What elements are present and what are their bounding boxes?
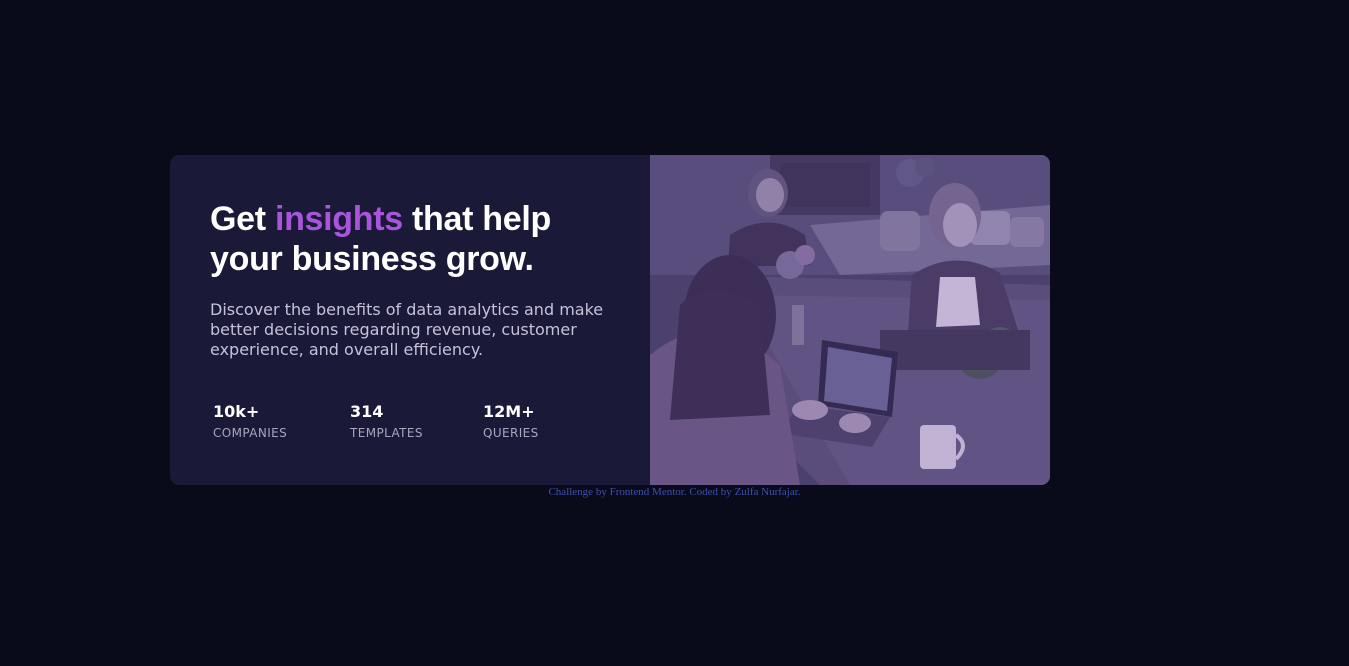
stat-templates: 314 TEMPLATES [350, 402, 423, 441]
frontend-mentor-link[interactable]: Frontend Mentor [610, 486, 684, 498]
stat-value: 10k+ [213, 402, 260, 421]
attribution-text: . [797, 486, 801, 498]
card-headline: Get insights that help your business gro… [210, 199, 630, 279]
stat-queries: 12M+ QUERIES [483, 402, 539, 441]
card-content: Get insights that help your business gro… [170, 155, 650, 485]
stat-label: COMPANIES [213, 426, 288, 440]
office-photo-icon [650, 155, 1050, 485]
attribution: Challenge by Frontend Mentor. Coded by Z… [0, 486, 1349, 498]
stat-value: 12M+ [483, 402, 535, 421]
stat-label: QUERIES [483, 426, 539, 440]
headline-start: Get [210, 200, 275, 238]
headline-accent: insights [274, 200, 403, 238]
stat-label: TEMPLATES [350, 426, 423, 440]
office-photo [650, 155, 1050, 485]
stat-value: 314 [350, 402, 384, 421]
stats-preview-card: Get insights that help your business gro… [170, 155, 1050, 485]
card-description: Discover the benefits of data analytics … [210, 300, 604, 359]
attribution-text: . Coded by [683, 486, 735, 498]
attribution-text: Challenge by [548, 486, 610, 498]
stat-companies: 10k+ COMPANIES [213, 402, 287, 441]
author-link[interactable]: Zulfa Nurfajar [735, 486, 798, 498]
